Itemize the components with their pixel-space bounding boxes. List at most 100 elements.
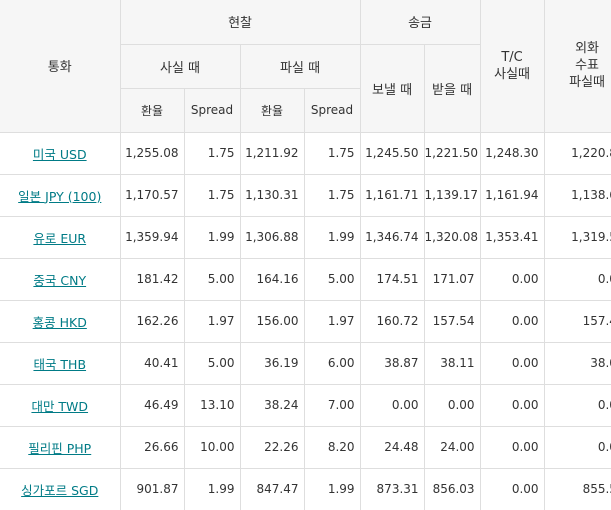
tc-buy-cell: 1,161.94 (480, 174, 545, 217)
foreign-check-sell-cell: 1,138.62 (544, 174, 611, 217)
cash-buy-spread-cell: 10.00 (184, 426, 241, 469)
cash-sell-rate-cell: 38.24 (240, 384, 305, 427)
cash-buy-spread-cell: 1.75 (184, 132, 241, 175)
tc-buy-header-line: T/C (501, 49, 523, 65)
cash-sell-rate-cell: 164.16 (240, 258, 305, 301)
currency-link-thb[interactable]: 태국 THB (33, 357, 86, 372)
remit-receive-header: 받을 때 (424, 44, 481, 133)
tc-buy-cell: 0.00 (480, 426, 545, 469)
cash-sell-rate-cell: 847.47 (240, 468, 305, 510)
currency-cell: 미국 USD (0, 132, 121, 175)
cash-sell-spread-cell: 1.75 (304, 132, 361, 175)
cash-sell-spread-cell: 7.00 (304, 384, 361, 427)
foreign-check-sell-cell: 0.00 (544, 258, 611, 301)
cash-buy-rate-cell: 162.26 (120, 300, 185, 343)
remit-receive-cell: 38.11 (424, 342, 481, 385)
foreign-check-header-line: 수표 (575, 58, 600, 74)
table-row: 대만 TWD 46.49 13.10 38.24 7.00 0.00 0.00 … (0, 384, 611, 427)
remit-send-header: 보낼 때 (360, 44, 425, 133)
currency-link-usd[interactable]: 미국 USD (33, 147, 87, 162)
currency-cell: 필리핀 PHP (0, 426, 121, 469)
cash-buy-spread-cell: 1.99 (184, 216, 241, 259)
remit-send-cell: 38.87 (360, 342, 425, 385)
remit-send-cell: 1,245.50 (360, 132, 425, 175)
cash-buy-rate-header: 환율 (120, 88, 185, 133)
cash-sell-rate-header: 환율 (240, 88, 305, 133)
foreign-check-sell-cell: 0.00 (544, 426, 611, 469)
cash-buy-spread-cell: 5.00 (184, 258, 241, 301)
cash-buy-spread-cell: 1.97 (184, 300, 241, 343)
currency-cell: 싱가포르 SGD (0, 468, 121, 510)
tc-buy-cell: 1,353.41 (480, 216, 545, 259)
foreign-check-sell-cell: 1,220.81 (544, 132, 611, 175)
currency-header: 통화 (0, 0, 121, 133)
cash-sell-rate-cell: 22.26 (240, 426, 305, 469)
tc-buy-cell: 1,248.30 (480, 132, 545, 175)
tc-buy-cell: 0.00 (480, 258, 545, 301)
currency-cell: 태국 THB (0, 342, 121, 385)
foreign-check-sell-cell: 855.52 (544, 468, 611, 510)
tc-buy-header-line: 사실때 (494, 66, 530, 82)
remit-send-cell: 1,346.74 (360, 216, 425, 259)
cash-sell-header: 파실 때 (240, 44, 361, 89)
cash-sell-spread-cell: 6.00 (304, 342, 361, 385)
foreign-check-header-line: 외화 (575, 41, 600, 57)
currency-link-jpy[interactable]: 일본 JPY (100) (18, 189, 101, 204)
remit-receive-cell: 0.00 (424, 384, 481, 427)
exchange-rate-table: 통화 현찰 송금 T/C 사실때 외화 수표 파실때 사실 때 파실 때 보낼 … (0, 0, 611, 510)
remit-receive-cell: 171.07 (424, 258, 481, 301)
table-row: 필리핀 PHP 26.66 10.00 22.26 8.20 24.48 24.… (0, 426, 611, 469)
cash-header: 현찰 (120, 0, 361, 45)
currency-link-sgd[interactable]: 싱가포르 SGD (21, 483, 98, 498)
tc-buy-cell: 0.00 (480, 300, 545, 343)
currency-link-php[interactable]: 필리핀 PHP (28, 441, 91, 456)
cash-buy-spread-cell: 1.75 (184, 174, 241, 217)
cash-buy-rate-cell: 40.41 (120, 342, 185, 385)
cash-sell-rate-cell: 156.00 (240, 300, 305, 343)
table-row: 싱가포르 SGD 901.87 1.99 847.47 1.99 873.31 … (0, 468, 611, 510)
cash-buy-rate-cell: 46.49 (120, 384, 185, 427)
foreign-check-sell-cell: 157.44 (544, 300, 611, 343)
remit-receive-cell: 1,320.08 (424, 216, 481, 259)
cash-sell-rate-cell: 36.19 (240, 342, 305, 385)
cash-sell-rate-cell: 1,130.31 (240, 174, 305, 217)
currency-cell: 일본 JPY (100) (0, 174, 121, 217)
foreign-check-header-line: 파실때 (569, 75, 605, 91)
remit-send-cell: 174.51 (360, 258, 425, 301)
remit-send-cell: 1,161.71 (360, 174, 425, 217)
cash-sell-spread-header: Spread (304, 88, 361, 133)
remit-receive-cell: 1,221.50 (424, 132, 481, 175)
remit-receive-cell: 24.00 (424, 426, 481, 469)
cash-buy-spread-cell: 1.99 (184, 468, 241, 510)
cash-sell-spread-cell: 1.99 (304, 468, 361, 510)
foreign-check-sell-cell: 0.00 (544, 384, 611, 427)
table-row: 태국 THB 40.41 5.00 36.19 6.00 38.87 38.11… (0, 342, 611, 385)
cash-sell-spread-cell: 5.00 (304, 258, 361, 301)
currency-link-hkd[interactable]: 홍콩 HKD (33, 315, 87, 330)
cash-buy-rate-cell: 901.87 (120, 468, 185, 510)
cash-sell-spread-cell: 8.20 (304, 426, 361, 469)
currency-cell: 홍콩 HKD (0, 300, 121, 343)
table-body: 미국 USD 1,255.08 1.75 1,211.92 1.75 1,245… (0, 132, 611, 510)
foreign-check-sell-cell: 38.09 (544, 342, 611, 385)
cash-sell-spread-cell: 1.75 (304, 174, 361, 217)
table-header: 통화 현찰 송금 T/C 사실때 외화 수표 파실때 사실 때 파실 때 보낼 … (0, 0, 611, 133)
currency-link-twd[interactable]: 대만 TWD (31, 399, 88, 414)
tc-buy-cell: 0.00 (480, 468, 545, 510)
remit-header: 송금 (360, 0, 481, 45)
foreign-check-sell-header: 외화 수표 파실때 (544, 0, 611, 133)
cash-sell-spread-cell: 1.97 (304, 300, 361, 343)
tc-buy-cell: 0.00 (480, 384, 545, 427)
table-row: 중국 CNY 181.42 5.00 164.16 5.00 174.51 17… (0, 258, 611, 301)
table-row: 미국 USD 1,255.08 1.75 1,211.92 1.75 1,245… (0, 132, 611, 175)
remit-send-cell: 873.31 (360, 468, 425, 510)
cash-buy-rate-cell: 26.66 (120, 426, 185, 469)
currency-link-cny[interactable]: 중국 CNY (33, 273, 86, 288)
table-row: 일본 JPY (100) 1,170.57 1.75 1,130.31 1.75… (0, 174, 611, 217)
cash-buy-rate-cell: 1,170.57 (120, 174, 185, 217)
cash-buy-rate-cell: 181.42 (120, 258, 185, 301)
tc-buy-header: T/C 사실때 (480, 0, 545, 133)
cash-sell-rate-cell: 1,306.88 (240, 216, 305, 259)
currency-link-eur[interactable]: 유로 EUR (33, 231, 86, 246)
tc-buy-cell: 0.00 (480, 342, 545, 385)
